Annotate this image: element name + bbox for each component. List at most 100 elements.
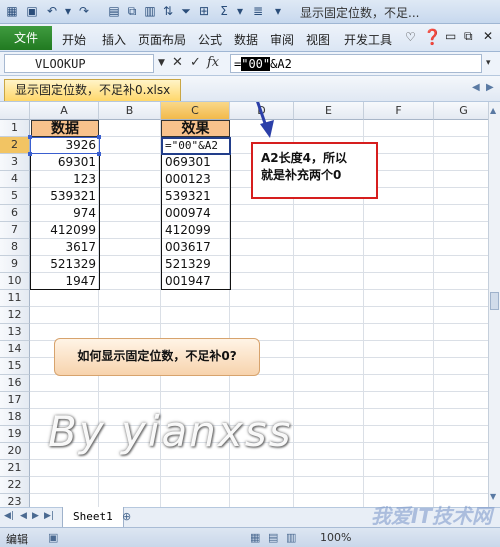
cell-c-value[interactable]: 000123	[162, 171, 230, 188]
row-header[interactable]: 20	[0, 443, 30, 460]
print-preview-icon[interactable]: ▤	[106, 3, 122, 19]
sheet-tab-sheet1[interactable]: Sheet1	[62, 507, 124, 528]
name-box-dropdown-icon[interactable]: ▼	[158, 58, 165, 68]
row-header[interactable]: 21	[0, 460, 30, 477]
scroll-up-icon[interactable]: ▲	[490, 106, 496, 115]
cell-c-value[interactable]: 521329	[162, 256, 230, 273]
cell-c-value[interactable]: 069301	[162, 154, 230, 171]
row-header[interactable]: 8	[0, 239, 30, 256]
row-header[interactable]: 19	[0, 426, 30, 443]
insert-function-icon[interactable]: fx	[207, 55, 219, 70]
help-icon[interactable]: ❓	[423, 28, 442, 46]
cell-a-value[interactable]: 3617	[31, 239, 99, 256]
ref-handle[interactable]	[97, 135, 101, 139]
next-sheet-icon[interactable]: ▶	[32, 511, 39, 521]
row-header[interactable]: 12	[0, 307, 30, 324]
select-all-corner[interactable]	[0, 102, 30, 120]
excel-icon[interactable]: ▦	[4, 3, 20, 19]
col-header-b[interactable]: B	[99, 102, 161, 120]
borders-icon[interactable]: ⊞	[196, 3, 212, 19]
col-header-c[interactable]: C	[161, 102, 230, 120]
sort-icon[interactable]: ⇅	[160, 3, 176, 19]
restore-icon[interactable]: ⧉	[464, 29, 473, 44]
first-sheet-icon[interactable]: ◀|	[4, 511, 14, 521]
undo-icon[interactable]: ↶	[44, 3, 60, 19]
row-header[interactable]: 10	[0, 273, 30, 290]
ref-handle[interactable]	[28, 135, 32, 139]
last-sheet-icon[interactable]: ▶|	[44, 511, 54, 521]
row-header[interactable]: 2	[0, 137, 30, 154]
row-header[interactable]: 1	[0, 120, 30, 137]
ref-handle[interactable]	[28, 152, 32, 156]
redo-icon[interactable]: ↷	[76, 3, 92, 19]
normal-view-icon[interactable]: ▦	[250, 531, 260, 544]
cell-c1[interactable]: 效果	[161, 120, 230, 137]
row-header[interactable]: 13	[0, 324, 30, 341]
minimize-icon[interactable]: ▭	[445, 29, 456, 43]
page-layout-view-icon[interactable]: ▤	[268, 531, 278, 544]
name-box[interactable]: VLOOKUP	[4, 54, 154, 73]
customize-toolbar-icon[interactable]: ▾	[270, 3, 286, 19]
row-header[interactable]: 6	[0, 205, 30, 222]
tab-insert[interactable]: 插入	[102, 31, 126, 48]
cancel-icon[interactable]: ✕	[172, 55, 183, 70]
scroll-thumb[interactable]	[490, 292, 499, 310]
row-header[interactable]: 17	[0, 392, 30, 409]
col-header-f[interactable]: F	[364, 102, 434, 120]
new-sheet-icon[interactable]: ⊕	[122, 510, 131, 523]
cell-a-value[interactable]: 539321	[31, 188, 99, 205]
enter-icon[interactable]: ✓	[190, 55, 201, 70]
tab-home[interactable]: 开始	[62, 31, 86, 48]
row-header[interactable]: 3	[0, 154, 30, 171]
close-icon[interactable]: ✕	[483, 29, 493, 43]
sum-dropdown-icon[interactable]: ▾	[232, 3, 248, 19]
tab-file[interactable]: 文件	[0, 26, 52, 50]
cell-a-value[interactable]: 69301	[31, 154, 99, 171]
col-header-g[interactable]: G	[434, 102, 488, 120]
cell-a-value[interactable]: 974	[31, 205, 99, 222]
worksheet-grid[interactable]: A B C D E F G 12345678910111213141516171…	[0, 102, 488, 507]
align-icon[interactable]: ≣	[250, 3, 266, 19]
cell-a-value[interactable]: 1947	[31, 273, 99, 290]
prev-sheet-icon[interactable]: ◀	[20, 511, 27, 521]
cell-c-value[interactable]: 000974	[162, 205, 230, 222]
tab-review[interactable]: 审阅	[270, 31, 294, 48]
cell-c-value[interactable]: 412099	[162, 222, 230, 239]
row-header[interactable]: 15	[0, 358, 30, 375]
cell-a-value[interactable]: 123	[31, 171, 99, 188]
copy-icon[interactable]: ⧉	[124, 3, 140, 19]
row-header[interactable]: 18	[0, 409, 30, 426]
tab-developer[interactable]: 开发工具	[344, 31, 392, 48]
cell-c-value[interactable]: 001947	[162, 273, 230, 290]
col-header-e[interactable]: E	[294, 102, 364, 120]
tab-page-layout[interactable]: 页面布局	[138, 31, 186, 48]
format-icon[interactable]: ▥	[142, 3, 158, 19]
ribbon-minimize-icon[interactable]: ♡	[405, 30, 416, 44]
vertical-scrollbar[interactable]: ▲ ▼	[488, 102, 500, 507]
page-break-view-icon[interactable]: ▥	[286, 531, 296, 544]
workbook-tab[interactable]: 显示固定位数，不足补0.xlsx	[4, 79, 182, 101]
row-header[interactable]: 7	[0, 222, 30, 239]
cell-a-value[interactable]: 412099	[31, 222, 99, 239]
expand-formula-bar-icon[interactable]: ▾	[486, 58, 491, 68]
row-header[interactable]: 11	[0, 290, 30, 307]
cell-a-value[interactable]: 521329	[31, 256, 99, 273]
tab-right-icon[interactable]: ▶	[486, 82, 494, 93]
row-header[interactable]: 22	[0, 477, 30, 494]
formula-input[interactable]: ="00"&A2	[230, 54, 482, 73]
zoom-level[interactable]: 100%	[320, 531, 351, 544]
row-header[interactable]: 16	[0, 375, 30, 392]
autosum-icon[interactable]: Σ	[216, 3, 232, 19]
row-header[interactable]: 5	[0, 188, 30, 205]
cell-c-value[interactable]: 003617	[162, 239, 230, 256]
macro-record-icon[interactable]: ▣	[48, 531, 58, 544]
row-header[interactable]: 14	[0, 341, 30, 358]
tab-view[interactable]: 视图	[306, 31, 330, 48]
active-cell-c2[interactable]	[161, 137, 231, 155]
row-header[interactable]: 23	[0, 494, 30, 507]
cell-c-value[interactable]: 539321	[162, 188, 230, 205]
undo-dropdown-icon[interactable]: ▾	[60, 3, 76, 19]
row-header[interactable]: 9	[0, 256, 30, 273]
ref-handle[interactable]	[97, 152, 101, 156]
tab-data[interactable]: 数据	[234, 31, 258, 48]
